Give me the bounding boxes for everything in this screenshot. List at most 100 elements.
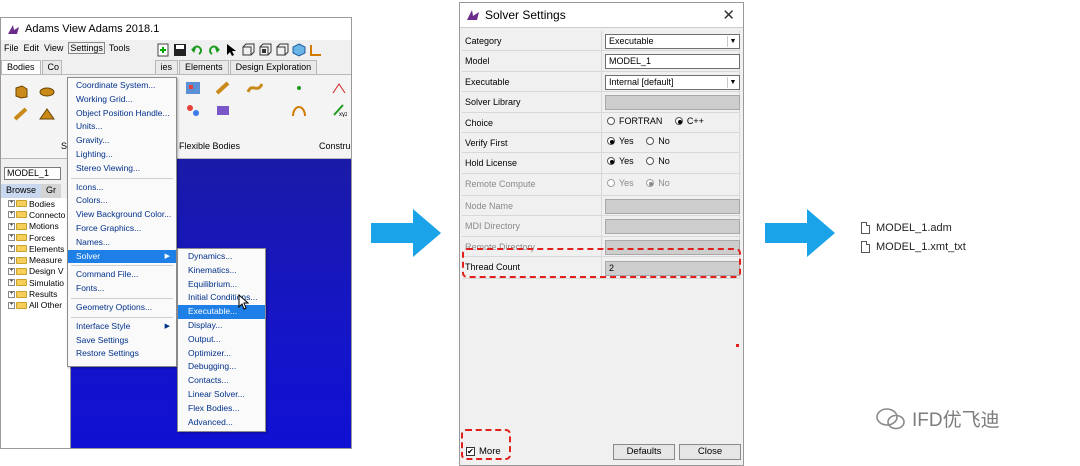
solver-library-input[interactable] <box>605 95 740 111</box>
undo-icon[interactable] <box>190 43 204 57</box>
tree-item[interactable]: + Connecto <box>1 209 70 220</box>
menu-item-save-settings[interactable]: Save Settings <box>68 334 176 348</box>
menu-item-initial-conditions[interactable]: Initial Conditions... <box>178 291 265 305</box>
flex-mesh-icon[interactable] <box>185 103 201 117</box>
menu-settings[interactable]: Settings <box>68 41 105 54</box>
tree-item[interactable]: + Motions <box>1 221 70 232</box>
render-cube-icon[interactable] <box>292 43 306 57</box>
tree-item[interactable]: + Results <box>1 288 70 299</box>
tab-bodies[interactable]: Bodies <box>1 60 41 74</box>
expand-icon[interactable]: + <box>8 279 15 287</box>
new-icon[interactable] <box>156 43 170 57</box>
expand-icon[interactable]: + <box>8 222 15 230</box>
radio-remote-no[interactable]: No <box>646 178 670 188</box>
radio-cpp[interactable]: C++ <box>674 116 704 126</box>
tab-browse[interactable]: Browse <box>1 184 42 198</box>
menu-item-executable[interactable]: Executable... <box>178 305 265 319</box>
flex-beam-icon[interactable] <box>215 81 231 95</box>
menu-view[interactable]: View <box>44 43 63 53</box>
category-select[interactable]: Executable ▼ <box>605 34 740 49</box>
tab-connectors[interactable]: Co <box>41 60 62 74</box>
menu-item-force-graphics[interactable]: Force Graphics... <box>68 222 176 236</box>
menu-item-view-background-color[interactable]: View Background Color... <box>68 208 176 222</box>
menu-item-interface-style[interactable]: Interface Style ▶ <box>68 320 176 334</box>
tab-groups[interactable]: Gr <box>41 184 62 198</box>
radio-fortran[interactable]: FORTRAN <box>607 116 662 126</box>
menu-item-equilibrium[interactable]: Equilibrium... <box>178 278 265 292</box>
tab-elements[interactable]: Elements <box>179 60 229 74</box>
tree-item[interactable]: + Design V <box>1 266 70 277</box>
menu-item-dynamics[interactable]: Dynamics... <box>178 250 265 264</box>
menu-item-coordinate-system[interactable]: Coordinate System... <box>68 79 176 93</box>
view-iso-icon[interactable] <box>275 43 289 57</box>
menu-file[interactable]: File <box>4 43 19 53</box>
menu-item-display[interactable]: Display... <box>178 319 265 333</box>
mdi-directory-input[interactable] <box>605 219 740 235</box>
menu-item-geometry-options[interactable]: Geometry Options... <box>68 301 176 315</box>
flex-curve-icon[interactable] <box>247 81 263 95</box>
select-arrow-icon[interactable] <box>224 43 238 57</box>
polyline-icon[interactable] <box>331 81 347 95</box>
chevron-down-icon[interactable]: ▼ <box>727 76 738 88</box>
menu-item-contacts[interactable]: Contacts... <box>178 374 265 388</box>
radio-verify-no[interactable]: No <box>646 136 670 146</box>
tree-item[interactable]: + Forces <box>1 232 70 243</box>
menu-item-debugging[interactable]: Debugging... <box>178 360 265 374</box>
tree-item[interactable]: + Measure <box>1 254 70 265</box>
menu-item-fonts[interactable]: Fonts... <box>68 282 176 296</box>
rigid-box-icon[interactable] <box>13 85 29 99</box>
tab-forces[interactable]: ies <box>154 60 179 74</box>
coordinate-xyz-icon[interactable]: xyz <box>331 103 347 117</box>
rigid-cylinder-icon[interactable] <box>39 85 55 99</box>
save-icon[interactable] <box>173 43 187 57</box>
file-item[interactable]: MODEL_1.adm <box>861 222 952 234</box>
menu-item-working-grid[interactable]: Working Grid... <box>68 93 176 107</box>
arc-icon[interactable] <box>291 103 307 117</box>
tree-item[interactable]: + Bodies <box>1 198 70 209</box>
menu-item-names[interactable]: Names... <box>68 236 176 250</box>
marker-icon[interactable] <box>291 81 307 95</box>
menu-item-solver[interactable]: Solver ▶ <box>68 249 176 264</box>
view-front-icon[interactable] <box>241 43 255 57</box>
file-item[interactable]: MODEL_1.xmt_txt <box>861 241 966 253</box>
menu-item-output[interactable]: Output... <box>178 333 265 347</box>
expand-icon[interactable]: + <box>8 211 15 219</box>
radio-verify-yes[interactable]: Yes <box>607 136 634 146</box>
node-name-input[interactable] <box>605 198 740 214</box>
expand-icon[interactable]: + <box>8 234 15 242</box>
menu-item-units[interactable]: Units... <box>68 120 176 134</box>
menu-item-stereo-viewing[interactable]: Stereo Viewing... <box>68 162 176 176</box>
rigid-plate-icon[interactable] <box>39 107 55 121</box>
axis-icon[interactable] <box>309 43 323 57</box>
menu-item-colors[interactable]: Colors... <box>68 194 176 208</box>
tree-item[interactable]: + Elements <box>1 243 70 254</box>
flex-body-icon[interactable] <box>185 81 201 95</box>
view-top-icon[interactable] <box>258 43 272 57</box>
menu-item-lighting[interactable]: Lighting... <box>68 148 176 162</box>
menu-item-gravity[interactable]: Gravity... <box>68 134 176 148</box>
expand-icon[interactable]: + <box>8 267 15 275</box>
expand-icon[interactable]: + <box>8 301 15 309</box>
menu-item-restore-settings[interactable]: Restore Settings <box>68 347 176 361</box>
menu-item-icons[interactable]: Icons... <box>68 181 176 195</box>
menu-item-linear-solver[interactable]: Linear Solver... <box>178 388 265 402</box>
model-name-field[interactable]: MODEL_1 <box>4 167 61 180</box>
menu-item-kinematics[interactable]: Kinematics... <box>178 264 265 278</box>
radio-remote-yes[interactable]: Yes <box>607 178 634 188</box>
close-button[interactable]: Close <box>679 444 741 460</box>
model-input[interactable]: MODEL_1 <box>605 54 740 70</box>
expand-icon[interactable]: + <box>8 200 15 208</box>
expand-icon[interactable]: + <box>8 245 15 253</box>
menu-tools[interactable]: Tools <box>109 43 130 53</box>
menu-item-flex-bodies[interactable]: Flex Bodies... <box>178 402 265 416</box>
flex-import-icon[interactable] <box>215 103 231 117</box>
tab-design-exploration[interactable]: Design Exploration <box>229 60 318 74</box>
menu-item-command-file[interactable]: Command File... <box>68 268 176 282</box>
menu-edit[interactable]: Edit <box>24 43 40 53</box>
defaults-button[interactable]: Defaults <box>613 444 675 460</box>
radio-hold-yes[interactable]: Yes <box>607 156 634 166</box>
tree-item[interactable]: + Simulatio <box>1 277 70 288</box>
close-icon[interactable]: ✕ <box>722 6 735 24</box>
rigid-link-icon[interactable] <box>13 107 29 121</box>
tree-item[interactable]: + All Other <box>1 300 70 311</box>
